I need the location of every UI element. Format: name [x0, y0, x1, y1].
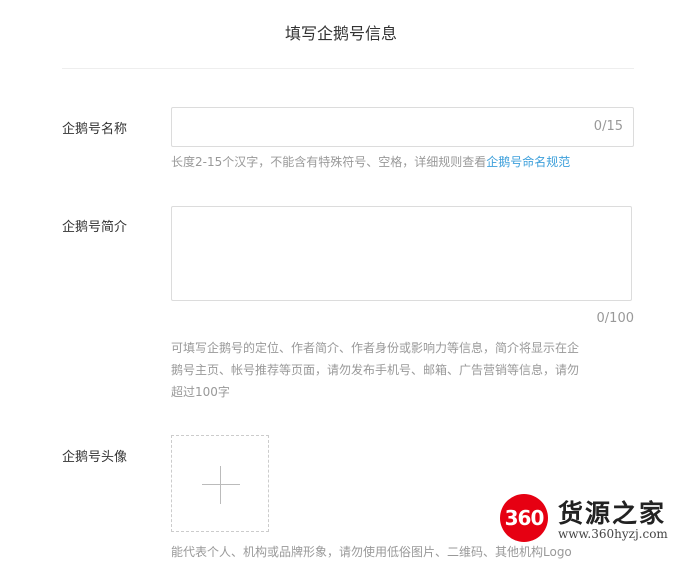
- plus-icon: [202, 466, 240, 504]
- watermark-name: 货源之家: [558, 499, 667, 528]
- intro-textarea[interactable]: [171, 206, 632, 301]
- intro-hint-line: 超过100字: [171, 385, 230, 399]
- name-input-box[interactable]: 0/15: [171, 107, 634, 147]
- naming-rules-link[interactable]: 企鹅号命名规范: [486, 155, 570, 169]
- name-input[interactable]: [172, 108, 592, 144]
- watermark-badge: 360: [500, 494, 548, 542]
- page-title: 填写企鹅号信息: [284, 24, 397, 43]
- watermark-logo: 360 货源之家 www.360hyzj.com: [500, 494, 682, 546]
- intro-char-counter: 0/100: [596, 311, 634, 326]
- intro-field-label: 企鹅号简介: [62, 220, 128, 235]
- name-hint-text: 长度2-15个汉字，不能含有特殊符号、空格，详细规则查看: [171, 155, 487, 169]
- avatar-upload-box[interactable]: [171, 435, 269, 532]
- header-divider: [62, 68, 634, 69]
- watermark-url: www.360hyzj.com: [558, 527, 668, 541]
- name-field-hint: 长度2-15个汉字，不能含有特殊符号、空格，详细规则查看企鹅号命名规范: [171, 151, 570, 173]
- intro-field-hint: 可填写企鹅号的定位、作者简介、作者身份或影响力等信息，简介将显示在企 鹅号主页、…: [171, 337, 633, 403]
- name-char-counter: 0/15: [593, 119, 623, 134]
- name-field-label: 企鹅号名称: [62, 122, 128, 137]
- intro-hint-line: 鹅号主页、帐号推荐等页面，请勿发布手机号、邮箱、广告营销等信息，请勿: [171, 363, 580, 377]
- avatar-field-label: 企鹅号头像: [62, 450, 128, 465]
- intro-hint-line: 可填写企鹅号的定位、作者简介、作者身份或影响力等信息，简介将显示在企: [171, 341, 580, 355]
